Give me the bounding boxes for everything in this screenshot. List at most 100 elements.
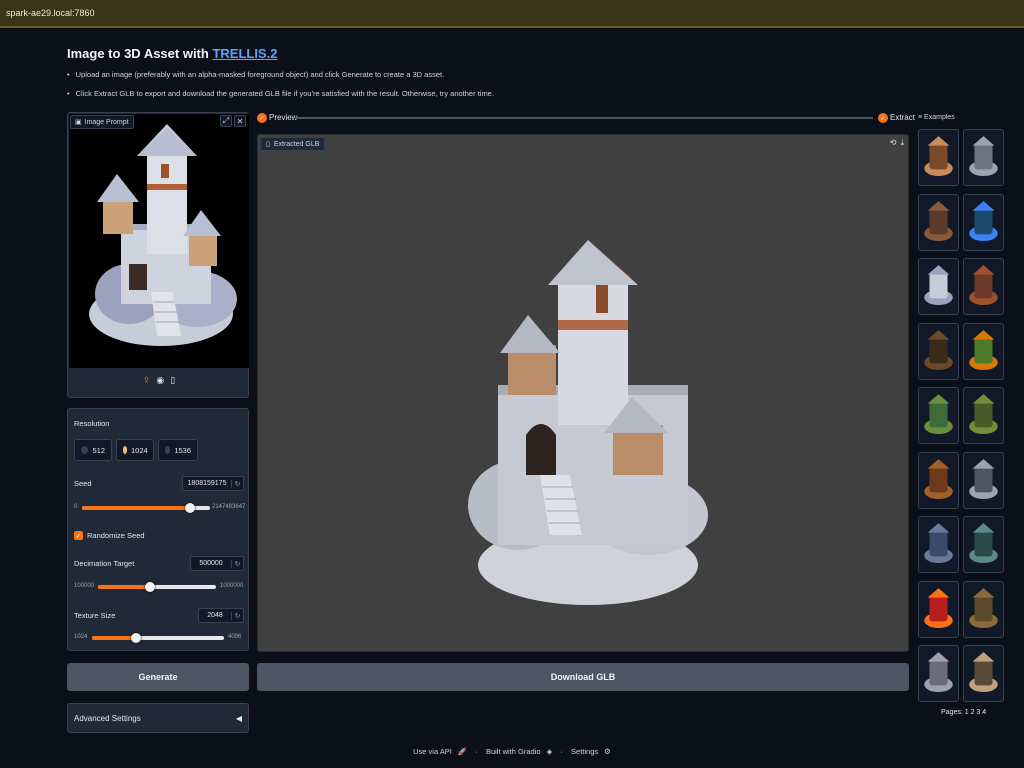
bullet: • bbox=[67, 89, 70, 98]
fullscreen-icon[interactable]: ⤢ bbox=[220, 115, 232, 127]
seed-slider[interactable] bbox=[82, 503, 210, 513]
resolution-option-512[interactable]: 512 bbox=[74, 439, 112, 461]
resolution-option-1536[interactable]: 1536 bbox=[158, 439, 198, 461]
randomize-seed-checkbox[interactable]: ✓ bbox=[74, 531, 83, 540]
decimation-value: 500000 bbox=[199, 560, 223, 567]
resolution-option-1024[interactable]: 1024 bbox=[116, 439, 154, 461]
browser-url-bar[interactable]: spark-ae29.local:7860 bbox=[0, 0, 1024, 28]
example-thumbnail[interactable] bbox=[963, 129, 1004, 186]
slider-thumb[interactable] bbox=[130, 633, 141, 643]
example-thumbnail[interactable] bbox=[963, 387, 1004, 444]
decimation-input[interactable]: 500000 ↻ bbox=[190, 556, 244, 571]
gear-icon: ⚙ bbox=[604, 747, 611, 756]
rocket-icon: 🚀 bbox=[457, 747, 468, 756]
example-thumbnail[interactable] bbox=[918, 516, 959, 573]
stepper-line bbox=[295, 117, 873, 119]
preview-step-label: Preview bbox=[269, 113, 298, 122]
radio-dot bbox=[81, 446, 89, 454]
texture-max: 4096 bbox=[228, 634, 242, 640]
page-numbers[interactable]: 1 2 3 4 bbox=[965, 709, 986, 716]
download-icon[interactable]: ⤓ bbox=[900, 138, 904, 148]
extracted-glb-label-text: Extracted GLB bbox=[273, 140, 320, 148]
example-thumbnail[interactable] bbox=[918, 258, 959, 315]
image-prompt-label: ▣ Image Prompt bbox=[70, 115, 134, 129]
extracted-glb-label: ▯ Extracted GLB bbox=[260, 137, 326, 151]
example-thumbnail[interactable] bbox=[918, 193, 959, 251]
example-thumbnail[interactable] bbox=[918, 322, 959, 380]
example-thumbnail[interactable] bbox=[918, 451, 959, 509]
advanced-settings-accordion[interactable]: Advanced Settings ◀ bbox=[67, 703, 249, 733]
image-source-actions: ⇪ ◉ ▯ bbox=[68, 375, 250, 386]
built-with-gradio-link[interactable]: Built with Gradio bbox=[486, 747, 541, 756]
texture-value: 2048 bbox=[207, 612, 223, 619]
image-prompt-label-text: Image Prompt bbox=[84, 118, 129, 126]
caret-left-icon: ◀ bbox=[235, 713, 242, 723]
instruction-text: Click Extract GLB to export and download… bbox=[75, 89, 494, 98]
pages-label: Pages: bbox=[941, 709, 963, 716]
viewer-tools: ⟲ ⤓ bbox=[890, 138, 904, 148]
example-thumbnail[interactable] bbox=[918, 580, 959, 638]
url-text: spark-ae29.local:7860 bbox=[6, 8, 95, 18]
example-thumbnail[interactable] bbox=[918, 129, 959, 186]
glb-viewer[interactable]: ▯ Extracted GLB ⟲ ⤓ bbox=[257, 134, 909, 652]
slider-fill bbox=[82, 506, 190, 510]
webcam-icon[interactable]: ◉ bbox=[156, 375, 164, 386]
slider-fill bbox=[98, 585, 150, 589]
castle-3d-model bbox=[468, 240, 708, 605]
seed-min: 0 bbox=[74, 504, 78, 510]
footer: Use via API 🚀 · Built with Gradio ◈ · Sett… bbox=[0, 747, 1024, 756]
example-thumbnail[interactable] bbox=[918, 387, 959, 444]
example-thumbnail[interactable] bbox=[918, 645, 959, 702]
file-icon: ▯ bbox=[266, 141, 270, 148]
image-tools: ⤢ ✕ bbox=[220, 115, 246, 127]
page-title: Image to 3D Asset with TRELLIS.2 bbox=[67, 46, 277, 61]
close-icon[interactable]: ✕ bbox=[234, 115, 246, 127]
advanced-settings-label: Advanced Settings bbox=[74, 713, 141, 723]
list-icon: ≡ bbox=[918, 114, 923, 121]
reset-icon[interactable]: ↻ bbox=[231, 611, 243, 620]
example-thumbnail[interactable] bbox=[963, 451, 1004, 509]
texture-size-slider[interactable] bbox=[92, 633, 224, 643]
decimation-slider[interactable] bbox=[98, 582, 216, 592]
slider-thumb[interactable] bbox=[184, 503, 195, 513]
reset-icon[interactable]: ↻ bbox=[231, 479, 243, 488]
example-thumbnail[interactable] bbox=[963, 322, 1004, 380]
instruction-text: Upload an image (preferably with an alph… bbox=[75, 70, 445, 79]
slider-thumb[interactable] bbox=[144, 582, 155, 592]
example-thumbnail[interactable] bbox=[963, 193, 1004, 251]
seed-max: 2147483647 bbox=[212, 504, 246, 510]
title-prefix: Image to 3D Asset with bbox=[67, 46, 213, 61]
texture-min: 1024 bbox=[74, 634, 88, 640]
seed-value: 1808159175 bbox=[187, 480, 227, 487]
texture-size-input[interactable]: 2048 ↻ bbox=[198, 608, 244, 623]
image-prompt-panel: ▣ Image Prompt ⤢ ✕ ⇪ ◉ ▯ bbox=[67, 112, 249, 398]
clipboard-icon[interactable]: ▯ bbox=[170, 375, 175, 386]
settings-link[interactable]: Settings bbox=[571, 747, 598, 756]
radio-label: 512 bbox=[92, 445, 105, 455]
download-glb-button[interactable]: Download GLB bbox=[257, 663, 909, 691]
randomize-seed-label: Randomize Seed bbox=[87, 531, 145, 540]
reset-icon[interactable]: ↻ bbox=[231, 559, 243, 568]
generate-button[interactable]: Generate bbox=[67, 663, 249, 691]
extract-step-icon: ✓ bbox=[878, 113, 888, 123]
upload-icon[interactable]: ⇪ bbox=[143, 375, 151, 386]
reset-view-icon[interactable]: ⟲ bbox=[890, 138, 897, 148]
settings-panel: Resolution 512 1024 1536 Seed 1808159175… bbox=[67, 408, 249, 651]
example-thumbnail[interactable] bbox=[963, 516, 1004, 573]
trellis-link[interactable]: TRELLIS.2 bbox=[212, 46, 277, 61]
example-thumbnail[interactable] bbox=[963, 580, 1004, 638]
decimation-label: Decimation Target bbox=[74, 559, 135, 568]
examples-label: ≡ Examples bbox=[918, 114, 955, 121]
progress-stepper: ✓ Preview ✓ Extract bbox=[257, 112, 915, 124]
seed-input[interactable]: 1808159175 ↻ bbox=[182, 476, 244, 491]
image-prompt-preview[interactable] bbox=[69, 114, 249, 368]
bullet: • bbox=[67, 70, 70, 79]
extract-step-label: Extract bbox=[890, 113, 915, 122]
image-icon: ▣ bbox=[75, 119, 82, 126]
use-via-api-link[interactable]: Use via API bbox=[413, 747, 452, 756]
example-thumbnail[interactable] bbox=[963, 258, 1004, 315]
examples-pagination: Pages: 1 2 3 4 bbox=[941, 709, 986, 716]
resolution-label: Resolution bbox=[74, 419, 110, 428]
separator: · bbox=[475, 747, 478, 756]
example-thumbnail[interactable] bbox=[963, 645, 1004, 702]
